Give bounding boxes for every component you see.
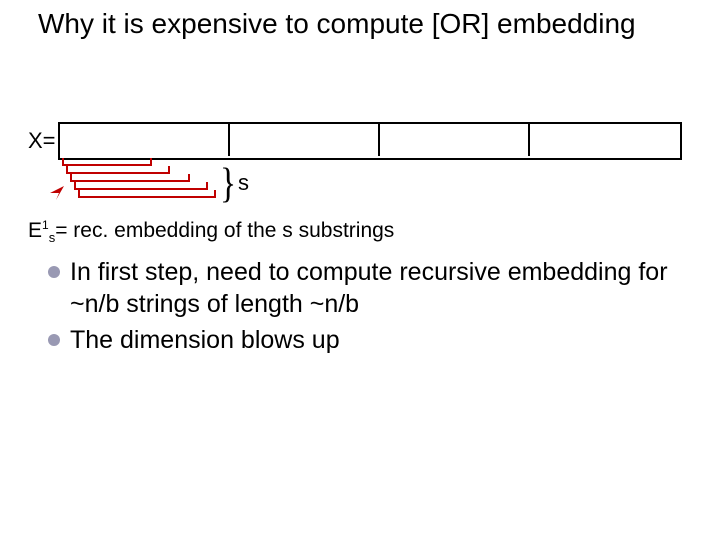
x-divider	[528, 122, 530, 156]
x-divider	[378, 122, 380, 156]
substring-bracket	[70, 174, 190, 182]
bullet-text: In first step, need to compute recursive…	[70, 256, 690, 320]
bullet-text: The dimension blows up	[70, 324, 690, 356]
bullet-icon	[48, 266, 60, 278]
x-equals-label: X=	[28, 128, 56, 154]
bullet-item: In first step, need to compute recursive…	[48, 256, 690, 320]
bullet-item: The dimension blows up	[48, 324, 690, 356]
e1s-superscript: 1	[42, 218, 49, 232]
e1s-letter: E	[28, 219, 42, 242]
bullet-icon	[48, 334, 60, 346]
x-divider	[228, 122, 230, 156]
e1s-definition: E1s= rec. embedding of the s substrings	[28, 218, 394, 245]
substring-bracket	[62, 158, 152, 166]
substring-bracket	[66, 166, 170, 174]
curly-brace-icon: }	[220, 160, 236, 208]
substring-bracket	[78, 190, 216, 198]
e1s-rest: = rec. embedding of the s substrings	[55, 219, 394, 242]
slide-title: Why it is expensive to compute [OR] embe…	[38, 8, 678, 40]
bullet-list: In first step, need to compute recursive…	[48, 256, 690, 360]
string-x-box	[58, 122, 682, 160]
substring-bracket	[74, 182, 208, 190]
s-count-label: s	[238, 170, 249, 196]
arrow-icon	[50, 186, 64, 200]
